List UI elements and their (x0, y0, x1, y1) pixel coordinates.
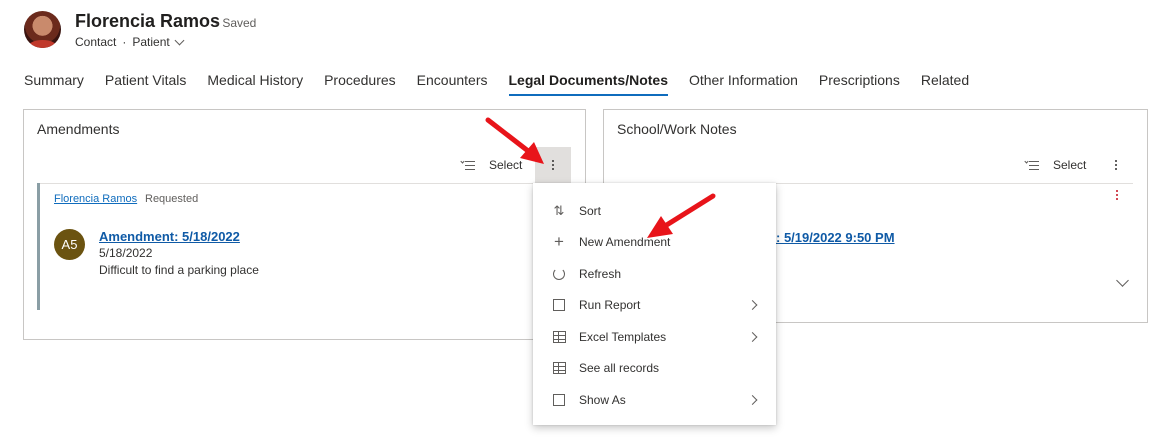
select-list-icon (1024, 159, 1039, 170)
tab-related[interactable]: Related (921, 70, 969, 96)
amendment-description: Difficult to find a parking place (99, 263, 259, 277)
amendment-title-link[interactable]: Amendment: 5/18/2022 (99, 229, 240, 244)
grid-icon (552, 361, 566, 375)
tab-prescriptions[interactable]: Prescriptions (819, 70, 900, 96)
note-title-link[interactable]: : 5/19/2022 9:50 PM (776, 230, 895, 245)
tab-patient-vitals[interactable]: Patient Vitals (105, 70, 186, 96)
tab-legal-documents-notes[interactable]: Legal Documents/Notes (508, 70, 669, 96)
form-name: Patient (132, 35, 170, 49)
tab-medical-history[interactable]: Medical History (207, 70, 303, 96)
amendments-select-button[interactable]: Select (460, 158, 523, 172)
record-avatar (24, 11, 61, 48)
menu-item-sort[interactable]: ⇅ Sort (533, 195, 776, 227)
menu-item-label: See all records (579, 361, 660, 376)
chevron-right-icon (747, 331, 758, 342)
item-more-icon[interactable] (1116, 190, 1118, 200)
chevron-right-icon (747, 300, 758, 311)
menu-item-refresh[interactable]: Refresh (533, 258, 776, 290)
menu-item-new-amendment[interactable]: + New Amendment (533, 227, 776, 259)
menu-item-see-all-records[interactable]: See all records (533, 353, 776, 385)
menu-item-label: Refresh (579, 266, 622, 281)
menu-item-show-as[interactable]: Show As (533, 384, 776, 416)
more-vertical-icon (1115, 160, 1117, 170)
amendments-more-commands-button[interactable] (535, 147, 571, 183)
requester-link[interactable]: Florencia Ramos (54, 193, 137, 205)
entity-separator: · (122, 35, 127, 49)
timeline-item: Florencia Ramos Requested A5 Amendment: … (37, 183, 557, 310)
entity-type: Contact (75, 35, 117, 49)
menu-item-excel-templates[interactable]: Excel Templates (533, 321, 776, 353)
select-label: Select (489, 158, 523, 172)
excel-icon (552, 330, 566, 344)
amendment-date: 5/18/2022 (99, 246, 153, 260)
notes-select-button[interactable]: Select (1024, 158, 1087, 172)
select-list-icon (460, 159, 475, 170)
save-status: - Saved (215, 16, 257, 30)
refresh-icon (552, 267, 566, 281)
menu-item-label: Run Report (579, 298, 641, 313)
amendments-card: Amendments Select Florencia Ramos Reques… (23, 109, 586, 340)
form-selector[interactable]: Patient (132, 35, 185, 49)
request-status: Requested (145, 193, 199, 205)
entity-line: Contact · Patient (75, 35, 185, 49)
avatar: A5 (54, 229, 85, 260)
tab-summary[interactable]: Summary (24, 70, 84, 96)
chevron-down-icon (174, 35, 185, 45)
record-name: Florencia Ramos (75, 11, 221, 31)
more-commands-menu: ⇅ Sort + New Amendment Refresh Run Repor… (533, 183, 776, 425)
tab-encounters[interactable]: Encounters (417, 70, 488, 96)
tab-bar: Summary Patient Vitals Medical History P… (24, 70, 990, 96)
sort-icon: ⇅ (553, 202, 565, 218)
notes-title: School/Work Notes (617, 121, 737, 137)
menu-item-label: Sort (579, 203, 602, 218)
menu-item-run-report[interactable]: Run Report (533, 290, 776, 322)
more-vertical-icon (552, 160, 554, 170)
menu-item-label: Show As (579, 392, 626, 407)
select-label: Select (1053, 158, 1087, 172)
tab-other-information[interactable]: Other Information (689, 70, 798, 96)
chevron-down-icon[interactable] (1116, 274, 1129, 287)
menu-item-label: Excel Templates (579, 329, 667, 344)
amendments-title: Amendments (37, 121, 120, 137)
show-as-icon (552, 393, 566, 407)
chevron-right-icon (747, 394, 758, 405)
menu-item-label: New Amendment (579, 235, 671, 250)
tab-procedures[interactable]: Procedures (324, 70, 396, 96)
plus-icon: + (554, 232, 564, 252)
notes-more-commands-button[interactable] (1098, 147, 1134, 183)
report-icon (552, 298, 566, 312)
